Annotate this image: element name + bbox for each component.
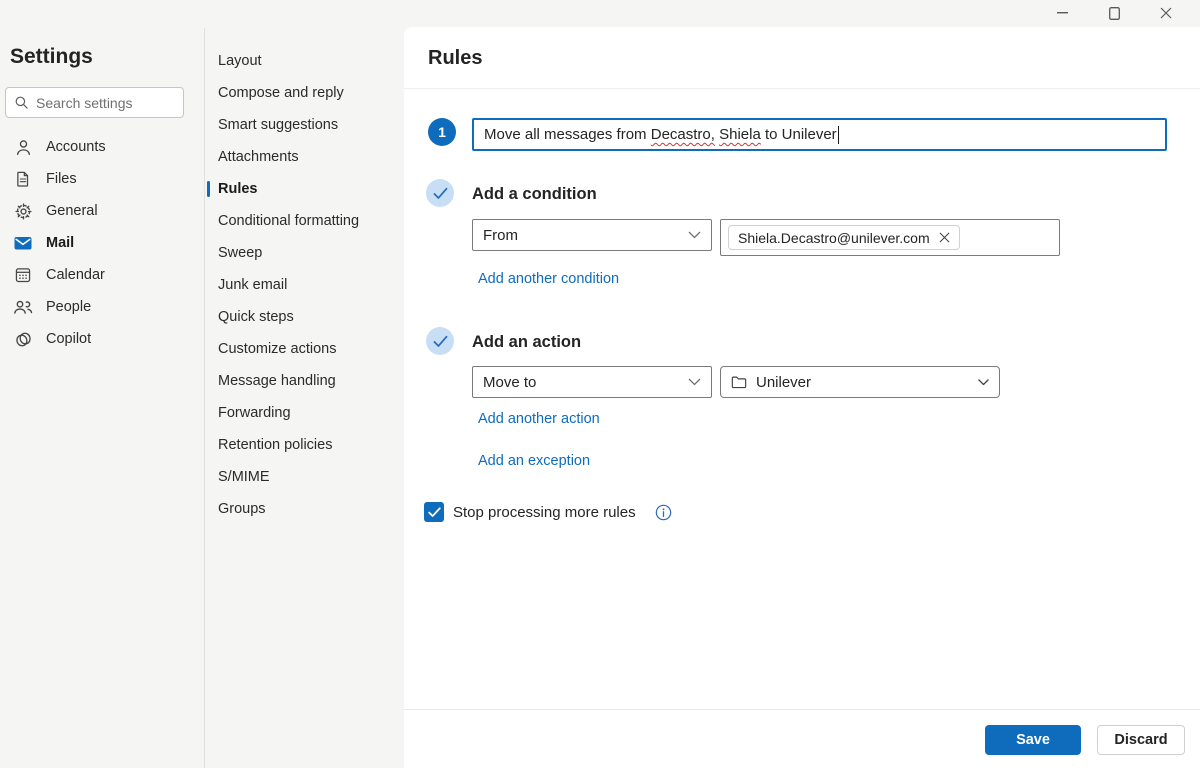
condition-field-value: From [483,226,518,244]
mail-icon [13,233,33,253]
sidebar-item-files[interactable]: Files [0,163,204,195]
sidebar-item-label: General [46,203,98,219]
folder-select-value: Unilever [756,373,812,391]
person-icon [13,137,33,157]
save-button[interactable]: Save [985,725,1081,755]
sidebar-item-general[interactable]: General [0,195,204,227]
sidebar-item-copilot[interactable]: Copilot [0,323,204,355]
subnav-item-groups[interactable]: Groups [205,493,403,525]
subnav-item-retention-policies[interactable]: Retention policies [205,429,403,461]
info-icon[interactable] [655,504,672,521]
gear-icon [13,201,33,221]
condition-field-select[interactable]: From [472,219,712,251]
settings-search[interactable] [5,87,184,118]
action-heading: Add an action [472,333,582,351]
add-another-action-link[interactable]: Add another action [478,411,600,427]
condition-heading: Add a condition [472,185,597,203]
rule-name-text: to Unilever [760,126,837,143]
person-chip[interactable]: Shiela.Decastro@unilever.com [728,225,960,250]
folder-icon [731,375,747,389]
settings-sidebar: Settings Accounts Files General [0,0,204,768]
rule-name-text-misspelled: Decastro, [650,126,715,143]
subnav-item-conditional-formatting[interactable]: Conditional formatting [205,205,403,237]
settings-nav-list: Accounts Files General Mail Calendar Peo… [0,131,204,355]
stop-processing-label: Stop processing more rules [453,503,636,521]
subnav-item-label: Rules [218,181,258,197]
footer-actions: Save Discard [985,725,1185,755]
person-chip-label: Shiela.Decastro@unilever.com [738,229,930,246]
subnav-item-sweep[interactable]: Sweep [205,237,403,269]
subnav-item-message-handling[interactable]: Message handling [205,365,403,397]
search-icon [15,96,28,109]
footer-divider [404,709,1200,710]
subnav-item-layout[interactable]: Layout [205,45,403,77]
chevron-down-icon [688,231,701,239]
action-field-select[interactable]: Move to [472,366,712,398]
mail-subnav: Layout Compose and reply Smart suggestio… [205,45,403,525]
maximize-button[interactable] [1088,0,1140,26]
chevron-down-icon [688,378,701,386]
calendar-icon [13,265,33,285]
folder-select[interactable]: Unilever [720,366,1000,398]
chevron-down-icon [978,378,989,386]
header-divider [404,88,1200,89]
minimize-button[interactable] [1036,0,1088,26]
subnav-item-rules[interactable]: Rules [205,173,403,205]
search-input[interactable] [36,94,175,111]
stop-processing-row: Stop processing more rules [424,502,672,522]
checkmark-icon [427,506,441,517]
checkmark-icon [433,187,447,199]
subnav-item-smime[interactable]: S/MIME [205,461,403,493]
rule-name-text: Move all messages from [484,126,651,143]
add-another-condition-link[interactable]: Add another condition [478,271,619,287]
sidebar-item-label: Calendar [46,267,105,283]
subnav-item-forwarding[interactable]: Forwarding [205,397,403,429]
sidebar-item-accounts[interactable]: Accounts [0,131,204,163]
discard-button[interactable]: Discard [1097,725,1185,755]
page-title: Rules [428,47,483,69]
sidebar-item-label: Files [46,171,77,187]
window-controls [1036,0,1192,26]
checkmark-icon [433,335,447,347]
close-button[interactable] [1140,0,1192,26]
step-number-badge: 1 [428,118,456,146]
rule-name-text-misspelled: Shiela [719,126,761,143]
rule-name-input[interactable]: Move all messages from Decastro, Shiela … [472,118,1167,151]
subnav-item-attachments[interactable]: Attachments [205,141,403,173]
condition-check-badge [426,179,454,207]
sidebar-item-calendar[interactable]: Calendar [0,259,204,291]
action-check-badge [426,327,454,355]
subnav-item-quick-steps[interactable]: Quick steps [205,301,403,333]
sidebar-item-label: Mail [46,235,75,251]
dismiss-icon [939,232,950,243]
subnav-item-smart-suggestions[interactable]: Smart suggestions [205,109,403,141]
add-an-exception-link[interactable]: Add an exception [478,453,590,469]
copilot-icon [13,329,33,349]
file-icon [13,169,33,189]
stop-processing-checkbox[interactable] [424,502,444,522]
settings-title: Settings [10,45,93,68]
people-icon [13,297,33,317]
condition-value-input[interactable]: Shiela.Decastro@unilever.com [720,219,1060,256]
text-cursor [837,125,839,144]
sidebar-item-mail[interactable]: Mail [0,227,204,259]
sidebar-item-people[interactable]: People [0,291,204,323]
subnav-item-customize-actions[interactable]: Customize actions [205,333,403,365]
selected-indicator-bar [207,181,210,197]
sidebar-item-label: Copilot [46,331,92,347]
rules-panel: Rules 1 Move all messages from Decastro,… [404,27,1200,768]
sidebar-item-label: Accounts [46,139,106,155]
action-field-value: Move to [483,373,537,391]
minimize-icon [1056,11,1068,13]
subnav-item-junk-email[interactable]: Junk email [205,269,403,301]
sidebar-item-label: People [46,299,92,315]
subnav-item-compose-and-reply[interactable]: Compose and reply [205,77,403,109]
chip-dismiss-button[interactable] [939,232,950,243]
maximize-icon [1108,6,1120,20]
close-icon [1160,7,1172,19]
